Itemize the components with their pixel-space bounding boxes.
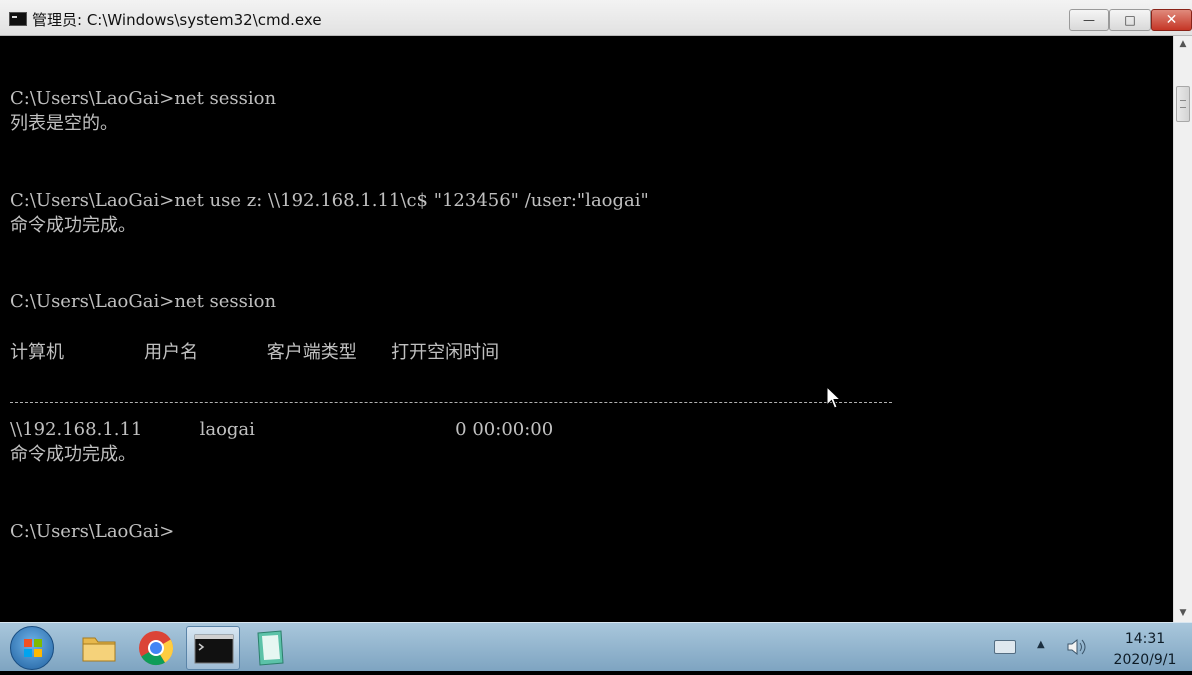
console-line: 命令成功完成。: [10, 215, 136, 236]
console-output[interactable]: C:\Users\LaoGai>net session 列表是空的。 C:\Us…: [0, 36, 1173, 622]
console-line: 列表是空的。: [10, 113, 118, 134]
console-line: C:\Users\LaoGai>net session: [10, 291, 277, 312]
session-table-row: \\192.168.1.11 laogai 0 00:00:00: [10, 419, 554, 440]
mouse-cursor-icon: [826, 386, 842, 409]
chrome-icon: [139, 631, 174, 666]
session-table-header: 计算机 用户名 客户端类型 打开空闲时间: [10, 342, 500, 363]
command-prompt[interactable]: C:\Users\LaoGai>: [10, 522, 174, 542]
console-line: 命令成功完成。: [10, 444, 136, 465]
cmd-app-icon[interactable]: [9, 12, 27, 26]
scroll-thumb[interactable]: [1176, 86, 1190, 122]
windows-logo-icon: [24, 639, 42, 657]
notepad-icon: [257, 630, 284, 666]
minimize-button[interactable]: —: [1069, 9, 1109, 31]
taskbar-notepad-button[interactable]: [243, 626, 297, 670]
taskbar-explorer-button[interactable]: [72, 626, 126, 670]
keyboard-icon[interactable]: [994, 640, 1016, 654]
vertical-scrollbar[interactable]: ▲ ▼: [1173, 36, 1192, 622]
taskbar-chrome-button[interactable]: [129, 626, 183, 670]
clock-date[interactable]: 2020/9/1: [1100, 652, 1190, 668]
scroll-up-button[interactable]: ▲: [1174, 36, 1192, 53]
window-title: 管理员: C:\Windows\system32\cmd.exe: [32, 11, 322, 29]
show-hidden-icons-arrow-icon[interactable]: ▲: [1037, 639, 1045, 650]
taskbar: ▲ 14:31 2020/9/1: [0, 622, 1192, 671]
console-line: C:\Users\LaoGai>net use z: \\192.168.1.1…: [10, 190, 649, 211]
console-line: C:\Users\LaoGai>net session: [10, 88, 277, 109]
cmd-icon: [194, 634, 234, 664]
maximize-button[interactable]: □: [1109, 9, 1151, 31]
volume-icon[interactable]: [1066, 637, 1088, 657]
clock-time[interactable]: 14:31: [1105, 631, 1185, 647]
table-divider: [10, 402, 892, 403]
window-titlebar[interactable]: 管理员: C:\Windows\system32\cmd.exe — □ ✕: [0, 0, 1192, 36]
start-button[interactable]: [10, 626, 54, 670]
folder-icon: [82, 637, 116, 662]
taskbar-cmd-button[interactable]: [186, 626, 240, 670]
scroll-down-button[interactable]: ▼: [1174, 605, 1192, 622]
close-button[interactable]: ✕: [1151, 9, 1192, 31]
